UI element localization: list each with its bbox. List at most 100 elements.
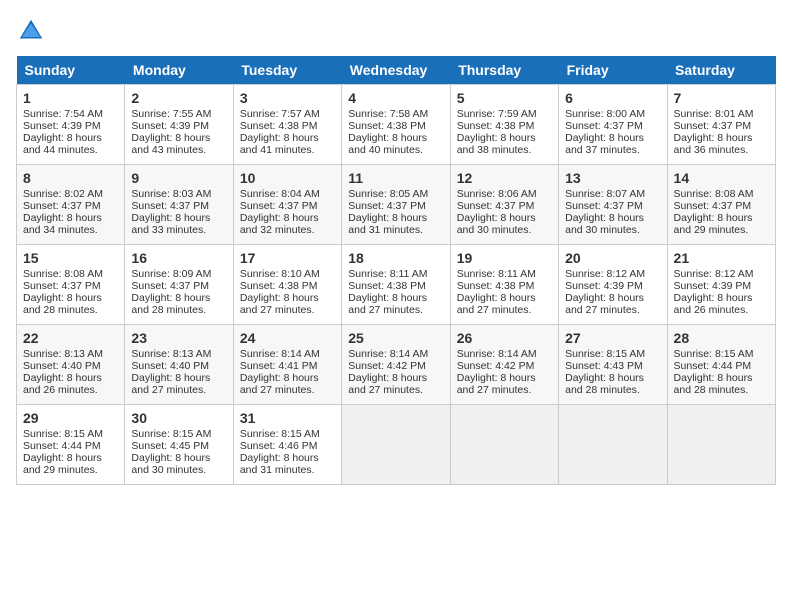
- sunrise-label: Sunrise: 8:01 AM: [674, 108, 754, 120]
- sunrise-label: Sunrise: 8:15 AM: [565, 348, 645, 360]
- calendar-cell: 19Sunrise: 8:11 AMSunset: 4:38 PMDayligh…: [450, 245, 558, 325]
- sunset-label: Sunset: 4:37 PM: [565, 120, 643, 132]
- sunset-label: Sunset: 4:39 PM: [674, 280, 752, 292]
- calendar-cell: 24Sunrise: 8:14 AMSunset: 4:41 PMDayligh…: [233, 325, 341, 405]
- sunset-label: Sunset: 4:44 PM: [674, 360, 752, 372]
- daylight-label: Daylight: 8 hours and 30 minutes.: [565, 212, 644, 236]
- sunset-label: Sunset: 4:45 PM: [131, 440, 209, 452]
- calendar-cell: 4Sunrise: 7:58 AMSunset: 4:38 PMDaylight…: [342, 85, 450, 165]
- calendar-cell: 9Sunrise: 8:03 AMSunset: 4:37 PMDaylight…: [125, 165, 233, 245]
- calendar-cell: 29Sunrise: 8:15 AMSunset: 4:44 PMDayligh…: [17, 405, 125, 485]
- sunrise-label: Sunrise: 8:15 AM: [23, 428, 103, 440]
- header-cell-wednesday: Wednesday: [342, 56, 450, 85]
- sunset-label: Sunset: 4:39 PM: [565, 280, 643, 292]
- daylight-label: Daylight: 8 hours and 30 minutes.: [457, 212, 536, 236]
- sunrise-label: Sunrise: 8:12 AM: [674, 268, 754, 280]
- day-number: 25: [348, 330, 443, 346]
- day-number: 29: [23, 410, 118, 426]
- day-number: 14: [674, 170, 769, 186]
- day-number: 18: [348, 250, 443, 266]
- sunset-label: Sunset: 4:37 PM: [131, 280, 209, 292]
- day-number: 15: [23, 250, 118, 266]
- day-number: 4: [348, 90, 443, 106]
- calendar-cell: 21 Sunrise: 8:12 AMSunset: 4:39 PMDayligh…: [667, 245, 775, 325]
- daylight-label: Daylight: 8 hours and 27 minutes.: [457, 292, 536, 316]
- header-cell-tuesday: Tuesday: [233, 56, 341, 85]
- sunset-label: Sunset: 4:42 PM: [457, 360, 535, 372]
- calendar-table: SundayMondayTuesdayWednesdayThursdayFrid…: [16, 56, 776, 485]
- day-number: 12: [457, 170, 552, 186]
- sunrise-label: Sunrise: 8:08 AM: [23, 268, 103, 280]
- daylight-label: Daylight: 8 hours and 40 minutes.: [348, 132, 427, 156]
- calendar-week-2: 8Sunrise: 8:02 AMSunset: 4:37 PMDaylight…: [17, 165, 776, 245]
- calendar-body: 1Sunrise: 7:54 AMSunset: 4:39 PMDaylight…: [17, 85, 776, 485]
- sunset-label: Sunset: 4:37 PM: [240, 200, 318, 212]
- day-number: 2: [131, 90, 226, 106]
- calendar-week-1: 1Sunrise: 7:54 AMSunset: 4:39 PMDaylight…: [17, 85, 776, 165]
- sunrise-label: Sunrise: 8:11 AM: [457, 268, 536, 280]
- sunrise-label: Sunrise: 7:57 AM: [240, 108, 320, 120]
- daylight-label: Daylight: 8 hours and 26 minutes.: [674, 292, 753, 316]
- sunrise-label: Sunrise: 7:59 AM: [457, 108, 537, 120]
- daylight-label: Daylight: 8 hours and 28 minutes.: [674, 372, 753, 396]
- calendar-cell: 28Sunrise: 8:15 AMSunset: 4:44 PMDayligh…: [667, 325, 775, 405]
- daylight-label: Daylight: 8 hours and 26 minutes.: [23, 372, 102, 396]
- day-number: 23: [131, 330, 226, 346]
- sunrise-label: Sunrise: 8:08 AM: [674, 188, 754, 200]
- calendar-cell: 5Sunrise: 7:59 AMSunset: 4:38 PMDaylight…: [450, 85, 558, 165]
- calendar-cell: 6Sunrise: 8:00 AMSunset: 4:37 PMDaylight…: [559, 85, 667, 165]
- daylight-label: Daylight: 8 hours and 27 minutes.: [131, 372, 210, 396]
- daylight-label: Daylight: 8 hours and 33 minutes.: [131, 212, 210, 236]
- daylight-label: Daylight: 8 hours and 29 minutes.: [23, 452, 102, 476]
- sunrise-label: Sunrise: 8:05 AM: [348, 188, 428, 200]
- calendar-week-3: 15Sunrise: 8:08 AMSunset: 4:37 PMDayligh…: [17, 245, 776, 325]
- day-number: 16: [131, 250, 226, 266]
- sunset-label: Sunset: 4:38 PM: [348, 120, 426, 132]
- sunrise-label: Sunrise: 8:02 AM: [23, 188, 103, 200]
- day-number: 13: [565, 170, 660, 186]
- sunrise-label: Sunrise: 8:03 AM: [131, 188, 211, 200]
- sunset-label: Sunset: 4:38 PM: [348, 280, 426, 292]
- day-number: 26: [457, 330, 552, 346]
- calendar-cell: 31Sunrise: 8:15 AMSunset: 4:46 PMDayligh…: [233, 405, 341, 485]
- daylight-label: Daylight: 8 hours and 27 minutes.: [240, 372, 319, 396]
- header-cell-saturday: Saturday: [667, 56, 775, 85]
- daylight-label: Daylight: 8 hours and 30 minutes.: [131, 452, 210, 476]
- calendar-cell: 16Sunrise: 8:09 AMSunset: 4:37 PMDayligh…: [125, 245, 233, 325]
- day-number: 8: [23, 170, 118, 186]
- sunrise-label: Sunrise: 8:14 AM: [348, 348, 428, 360]
- day-number: 21: [674, 250, 769, 266]
- daylight-label: Daylight: 8 hours and 27 minutes.: [240, 292, 319, 316]
- sunset-label: Sunset: 4:37 PM: [23, 280, 101, 292]
- calendar-cell: 13Sunrise: 8:07 AMSunset: 4:37 PMDayligh…: [559, 165, 667, 245]
- daylight-label: Daylight: 8 hours and 34 minutes.: [23, 212, 102, 236]
- sunset-label: Sunset: 4:43 PM: [565, 360, 643, 372]
- calendar-cell: 3Sunrise: 7:57 AMSunset: 4:38 PMDaylight…: [233, 85, 341, 165]
- day-number: 11: [348, 170, 443, 186]
- sunrise-label: Sunrise: 8:11 AM: [348, 268, 427, 280]
- sunrise-label: Sunrise: 7:54 AM: [23, 108, 103, 120]
- day-number: 27: [565, 330, 660, 346]
- sunset-label: Sunset: 4:39 PM: [131, 120, 209, 132]
- sunrise-label: Sunrise: 8:04 AM: [240, 188, 320, 200]
- calendar-cell: [450, 405, 558, 485]
- day-number: 3: [240, 90, 335, 106]
- calendar-cell: 25Sunrise: 8:14 AMSunset: 4:42 PMDayligh…: [342, 325, 450, 405]
- calendar-cell: 10Sunrise: 8:04 AMSunset: 4:37 PMDayligh…: [233, 165, 341, 245]
- sunset-label: Sunset: 4:38 PM: [240, 120, 318, 132]
- sunset-label: Sunset: 4:42 PM: [348, 360, 426, 372]
- daylight-label: Daylight: 8 hours and 43 minutes.: [131, 132, 210, 156]
- daylight-label: Daylight: 8 hours and 38 minutes.: [457, 132, 536, 156]
- sunset-label: Sunset: 4:38 PM: [240, 280, 318, 292]
- sunset-label: Sunset: 4:37 PM: [565, 200, 643, 212]
- sunrise-label: Sunrise: 8:12 AM: [565, 268, 645, 280]
- calendar-cell: 18Sunrise: 8:11 AMSunset: 4:38 PMDayligh…: [342, 245, 450, 325]
- header-cell-sunday: Sunday: [17, 56, 125, 85]
- calendar-cell: 8Sunrise: 8:02 AMSunset: 4:37 PMDaylight…: [17, 165, 125, 245]
- sunset-label: Sunset: 4:40 PM: [131, 360, 209, 372]
- logo-icon: [16, 16, 46, 46]
- sunrise-label: Sunrise: 8:00 AM: [565, 108, 645, 120]
- day-number: 31: [240, 410, 335, 426]
- calendar-cell: [342, 405, 450, 485]
- calendar-cell: 26Sunrise: 8:14 AMSunset: 4:42 PMDayligh…: [450, 325, 558, 405]
